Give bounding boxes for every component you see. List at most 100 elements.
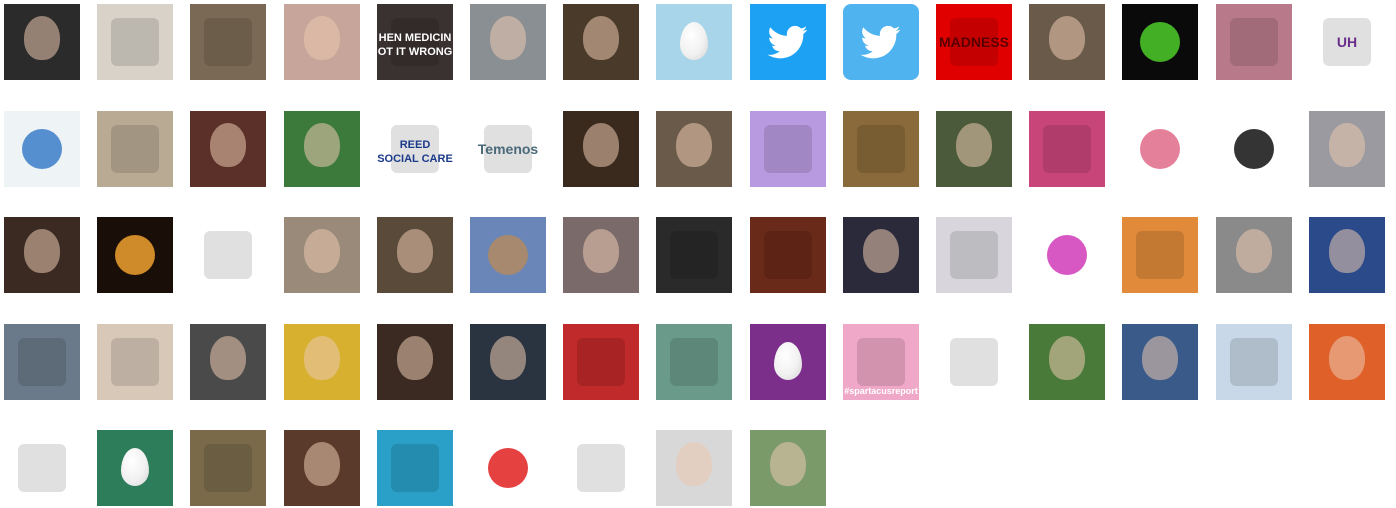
avatar-2-6[interactable]: Temenos bbox=[470, 111, 546, 187]
avatar-3-13[interactable] bbox=[1122, 217, 1198, 293]
avatar-1-6[interactable] bbox=[470, 4, 546, 80]
avatar-5-3[interactable] bbox=[190, 430, 266, 506]
avatar-5-7[interactable] bbox=[563, 430, 639, 506]
person-portrait-icon bbox=[304, 336, 340, 380]
default-egg-icon bbox=[774, 342, 802, 380]
avatar-2-13[interactable] bbox=[1122, 111, 1198, 187]
avatar-4-10[interactable]: #spartacusreport bbox=[843, 324, 919, 400]
avatar-3-14[interactable] bbox=[1216, 217, 1292, 293]
person-portrait-icon bbox=[583, 16, 619, 60]
avatar-4-3[interactable] bbox=[190, 324, 266, 400]
avatar-4-13[interactable] bbox=[1122, 324, 1198, 400]
avatar-1-2[interactable] bbox=[97, 4, 173, 80]
avatar-1-1[interactable] bbox=[4, 4, 80, 80]
twitter-bird-icon bbox=[860, 25, 901, 59]
avatar-3-5[interactable] bbox=[377, 217, 453, 293]
person-portrait-icon bbox=[490, 16, 526, 60]
photo-collage-icon bbox=[670, 338, 718, 386]
avatar-4-1[interactable] bbox=[4, 324, 80, 400]
avatar-3-6[interactable] bbox=[470, 217, 546, 293]
person-portrait-icon bbox=[863, 229, 899, 273]
avatar-5-4[interactable] bbox=[284, 430, 360, 506]
person-portrait-icon bbox=[210, 123, 246, 167]
avatar-3-2[interactable] bbox=[97, 217, 173, 293]
avatar-1-7[interactable] bbox=[563, 4, 639, 80]
heart-wreath-icon bbox=[111, 18, 159, 66]
avatar-4-7[interactable] bbox=[563, 324, 639, 400]
avatar-1-10[interactable] bbox=[843, 4, 919, 80]
avatar-2-11[interactable] bbox=[936, 111, 1012, 187]
avatar-4-15[interactable] bbox=[1309, 324, 1385, 400]
avatar-2-9[interactable] bbox=[750, 111, 826, 187]
avatar-5-5[interactable] bbox=[377, 430, 453, 506]
avatar-2-5[interactable]: REED SOCIAL CARE bbox=[377, 111, 453, 187]
avatar-1-9[interactable] bbox=[750, 4, 826, 80]
sketch-figure-icon bbox=[111, 338, 159, 386]
avatar-2-2[interactable] bbox=[97, 111, 173, 187]
avatar-1-3[interactable] bbox=[190, 4, 266, 80]
avatar-1-5[interactable]: HEN MEDICIN OT IT WRONG bbox=[377, 4, 453, 80]
avatar-1-14[interactable] bbox=[1216, 4, 1292, 80]
person-portrait-icon bbox=[676, 442, 712, 486]
avatar-3-11[interactable] bbox=[936, 217, 1012, 293]
white-kitten-icon bbox=[950, 231, 998, 279]
avatar-3-8[interactable] bbox=[656, 217, 732, 293]
avatar-4-5[interactable] bbox=[377, 324, 453, 400]
avatar-5-2[interactable] bbox=[97, 430, 173, 506]
avatar-3-9[interactable] bbox=[750, 217, 826, 293]
candles-icon bbox=[115, 235, 155, 275]
avatar-4-8[interactable] bbox=[656, 324, 732, 400]
avatar-5-8[interactable] bbox=[656, 430, 732, 506]
avatar-text: REED bbox=[399, 139, 431, 151]
avatar-3-12[interactable] bbox=[1029, 217, 1105, 293]
avatar-3-15[interactable] bbox=[1309, 217, 1385, 293]
avatar-3-7[interactable] bbox=[563, 217, 639, 293]
avatar-2-12[interactable] bbox=[1029, 111, 1105, 187]
avatar-2-7[interactable] bbox=[563, 111, 639, 187]
person-portrait-icon bbox=[770, 442, 806, 486]
avatar-text: SOCIAL CARE bbox=[377, 153, 453, 165]
avatar-text: MADNESS bbox=[938, 34, 1009, 50]
avatar-5-6[interactable] bbox=[470, 430, 546, 506]
person-portrait-icon bbox=[210, 336, 246, 380]
avatar-4-9[interactable] bbox=[750, 324, 826, 400]
avatar-2-4[interactable] bbox=[284, 111, 360, 187]
avatar-4-2[interactable] bbox=[97, 324, 173, 400]
avatar-text: #spartacusreport bbox=[844, 386, 918, 396]
avatar-2-10[interactable] bbox=[843, 111, 919, 187]
person-portrait-icon bbox=[24, 229, 60, 273]
avatar-3-10[interactable] bbox=[843, 217, 919, 293]
avatar-4-4[interactable] bbox=[284, 324, 360, 400]
avatar-1-11[interactable]: MADNESS bbox=[936, 4, 1012, 80]
colosseum-icon bbox=[488, 235, 528, 275]
avatar-3-3[interactable] bbox=[190, 217, 266, 293]
avatar-1-15[interactable]: UH bbox=[1309, 4, 1385, 80]
avatar-4-12[interactable] bbox=[1029, 324, 1105, 400]
avatar-text: UH bbox=[1336, 34, 1358, 50]
person-portrait-icon bbox=[1329, 229, 1365, 273]
avatar-1-12[interactable] bbox=[1029, 4, 1105, 80]
avatar-text: Temenos bbox=[477, 141, 539, 157]
avatar-2-15[interactable] bbox=[1309, 111, 1385, 187]
avatar-2-8[interactable] bbox=[656, 111, 732, 187]
avatar-3-1[interactable] bbox=[4, 217, 80, 293]
avatar-5-9[interactable] bbox=[750, 430, 826, 506]
person-portrait-icon bbox=[583, 229, 619, 273]
avatar-2-1[interactable] bbox=[4, 111, 80, 187]
default-egg-icon bbox=[680, 22, 708, 60]
avatar-2-14[interactable] bbox=[1216, 111, 1292, 187]
avatar-4-11[interactable] bbox=[936, 324, 1012, 400]
pink-map-icon bbox=[1043, 125, 1091, 173]
avatar-3-4[interactable] bbox=[284, 217, 360, 293]
avatar-4-14[interactable] bbox=[1216, 324, 1292, 400]
avatar-5-1[interactable] bbox=[4, 430, 80, 506]
avatar-4-6[interactable] bbox=[470, 324, 546, 400]
avatar-1-8[interactable] bbox=[656, 4, 732, 80]
avatar-1-4[interactable] bbox=[284, 4, 360, 80]
person-portrait-icon bbox=[583, 123, 619, 167]
person-portrait-icon bbox=[1329, 123, 1365, 167]
avatar-2-3[interactable] bbox=[190, 111, 266, 187]
avatar-text: OT IT WRONG bbox=[377, 46, 453, 58]
person-portrait-icon bbox=[1329, 336, 1365, 380]
avatar-1-13[interactable] bbox=[1122, 4, 1198, 80]
